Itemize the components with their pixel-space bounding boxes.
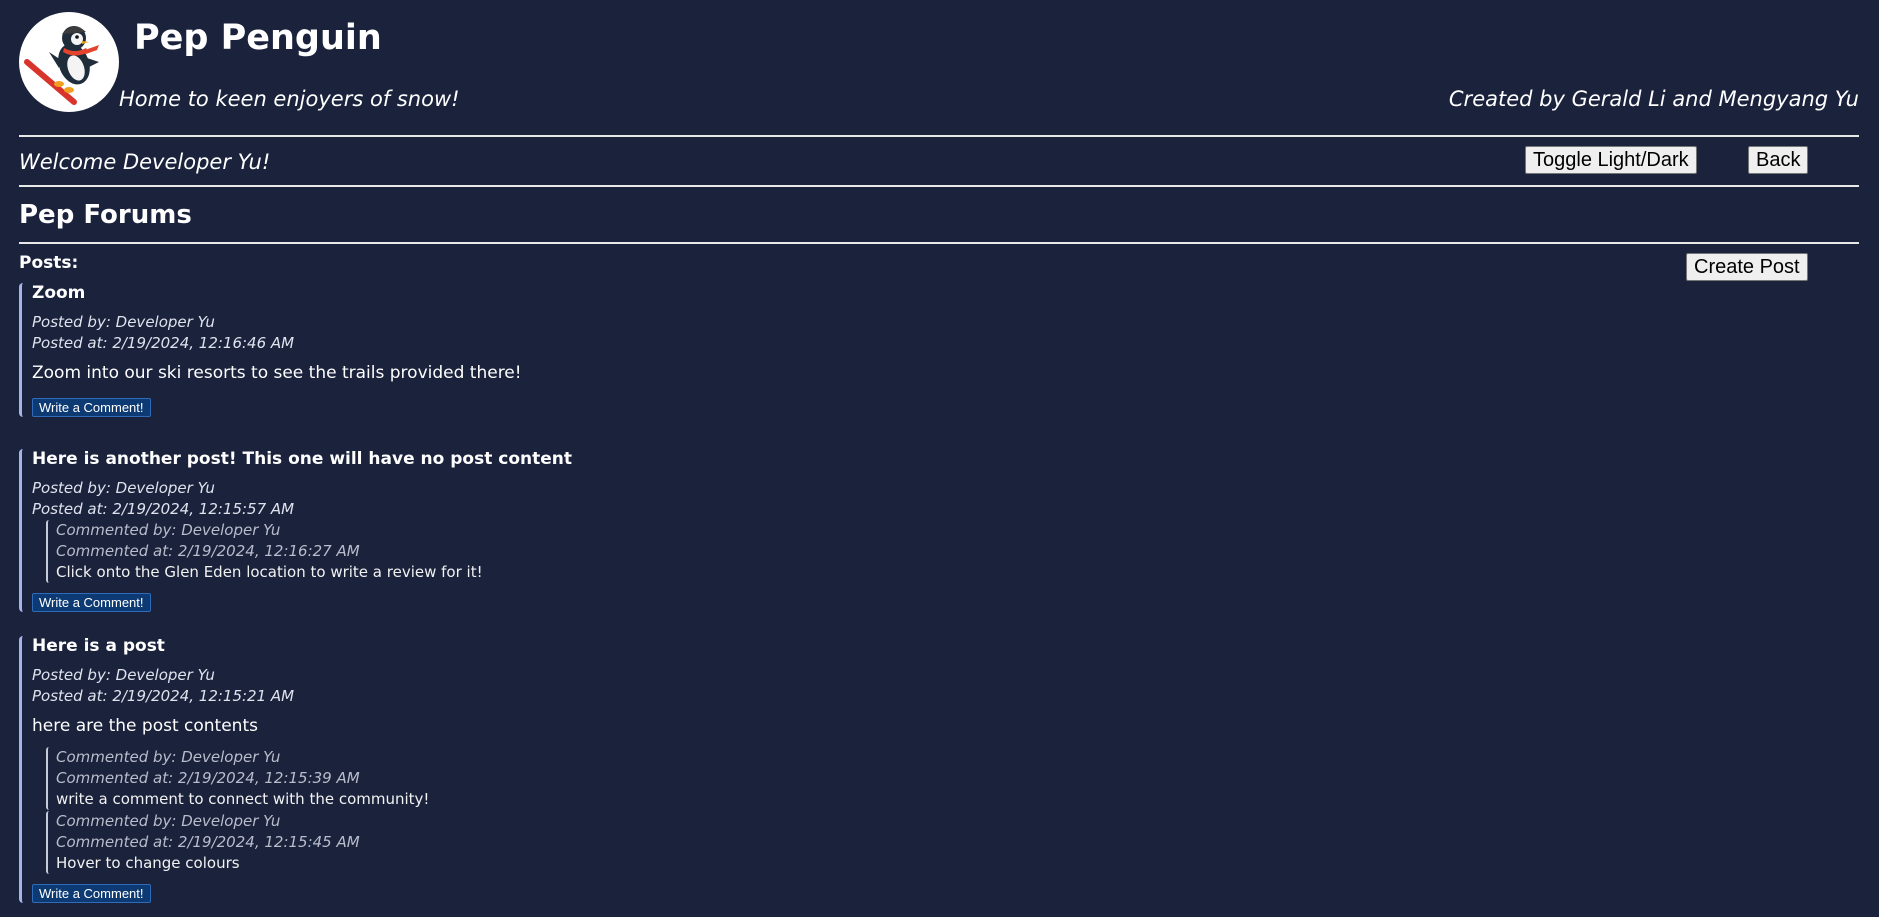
comment: Commented by: Developer Yu Commented at:… <box>46 811 719 874</box>
post-author: Posted by: Developer Yu <box>32 313 215 331</box>
post-author: Posted by: Developer Yu <box>32 479 215 497</box>
forum-divider <box>19 242 1859 244</box>
write-comment-button[interactable]: Write a Comment! <box>32 593 151 612</box>
comment-author: Commented by: Developer Yu <box>56 812 281 830</box>
post-timestamp: Posted at: 2/19/2024, 12:15:57 AM <box>32 500 295 518</box>
welcome-message: Welcome Developer Yu! <box>19 150 271 174</box>
penguin-logo-icon <box>19 12 119 112</box>
comment-text: Click onto the Glen Eden location to wri… <box>56 563 483 581</box>
site-credits: Created by Gerald Li and Mengyang Yu <box>1448 87 1859 111</box>
post-timestamp: Posted at: 2/19/2024, 12:15:21 AM <box>32 687 295 705</box>
write-comment-button[interactable]: Write a Comment! <box>32 398 151 417</box>
post-title: Here is another post! This one will have… <box>32 449 572 469</box>
post-author: Posted by: Developer Yu <box>32 666 215 684</box>
comment-author: Commented by: Developer Yu <box>56 748 281 766</box>
posts-label: Posts: <box>19 253 79 273</box>
comment-text: write a comment to connect with the comm… <box>56 790 430 808</box>
post-title: Here is a post <box>32 636 165 656</box>
site-header: Pep Penguin Home to keen enjoyers of sno… <box>19 0 1859 135</box>
post-content: Zoom into our ski resorts to see the tra… <box>32 363 522 383</box>
site-title: Pep Penguin <box>134 18 382 58</box>
comment-author: Commented by: Developer Yu <box>56 521 281 539</box>
comment-text: Hover to change colours <box>56 854 240 872</box>
comment-timestamp: Commented at: 2/19/2024, 12:16:27 AM <box>56 542 360 560</box>
comment: Commented by: Developer Yu Commented at:… <box>46 747 719 810</box>
write-comment-button[interactable]: Write a Comment! <box>32 884 151 903</box>
comment-timestamp: Commented at: 2/19/2024, 12:15:39 AM <box>56 769 360 787</box>
post-timestamp: Posted at: 2/19/2024, 12:16:46 AM <box>32 334 295 352</box>
page-title: Pep Forums <box>19 200 192 230</box>
create-post-button[interactable]: Create Post <box>1686 253 1808 281</box>
post-card: Here is a post Posted by: Developer Yu P… <box>19 636 719 903</box>
back-button[interactable]: Back <box>1748 146 1809 174</box>
post-content: here are the post contents <box>32 716 258 736</box>
comment-timestamp: Commented at: 2/19/2024, 12:15:45 AM <box>56 833 360 851</box>
post-card: Here is another post! This one will have… <box>19 449 719 612</box>
toggle-theme-button[interactable]: Toggle Light/Dark <box>1525 146 1697 174</box>
forum-title-bar: Pep Forums <box>19 187 1859 242</box>
comment: Commented by: Developer Yu Commented at:… <box>46 520 719 583</box>
post-card: Zoom Posted by: Developer Yu Posted at: … <box>19 283 719 417</box>
welcome-bar: Welcome Developer Yu! Toggle Light/Dark … <box>19 137 1859 185</box>
page: Pep Penguin Home to keen enjoyers of sno… <box>0 0 1879 917</box>
post-title: Zoom <box>32 283 86 303</box>
site-tagline: Home to keen enjoyers of snow! <box>119 87 460 111</box>
